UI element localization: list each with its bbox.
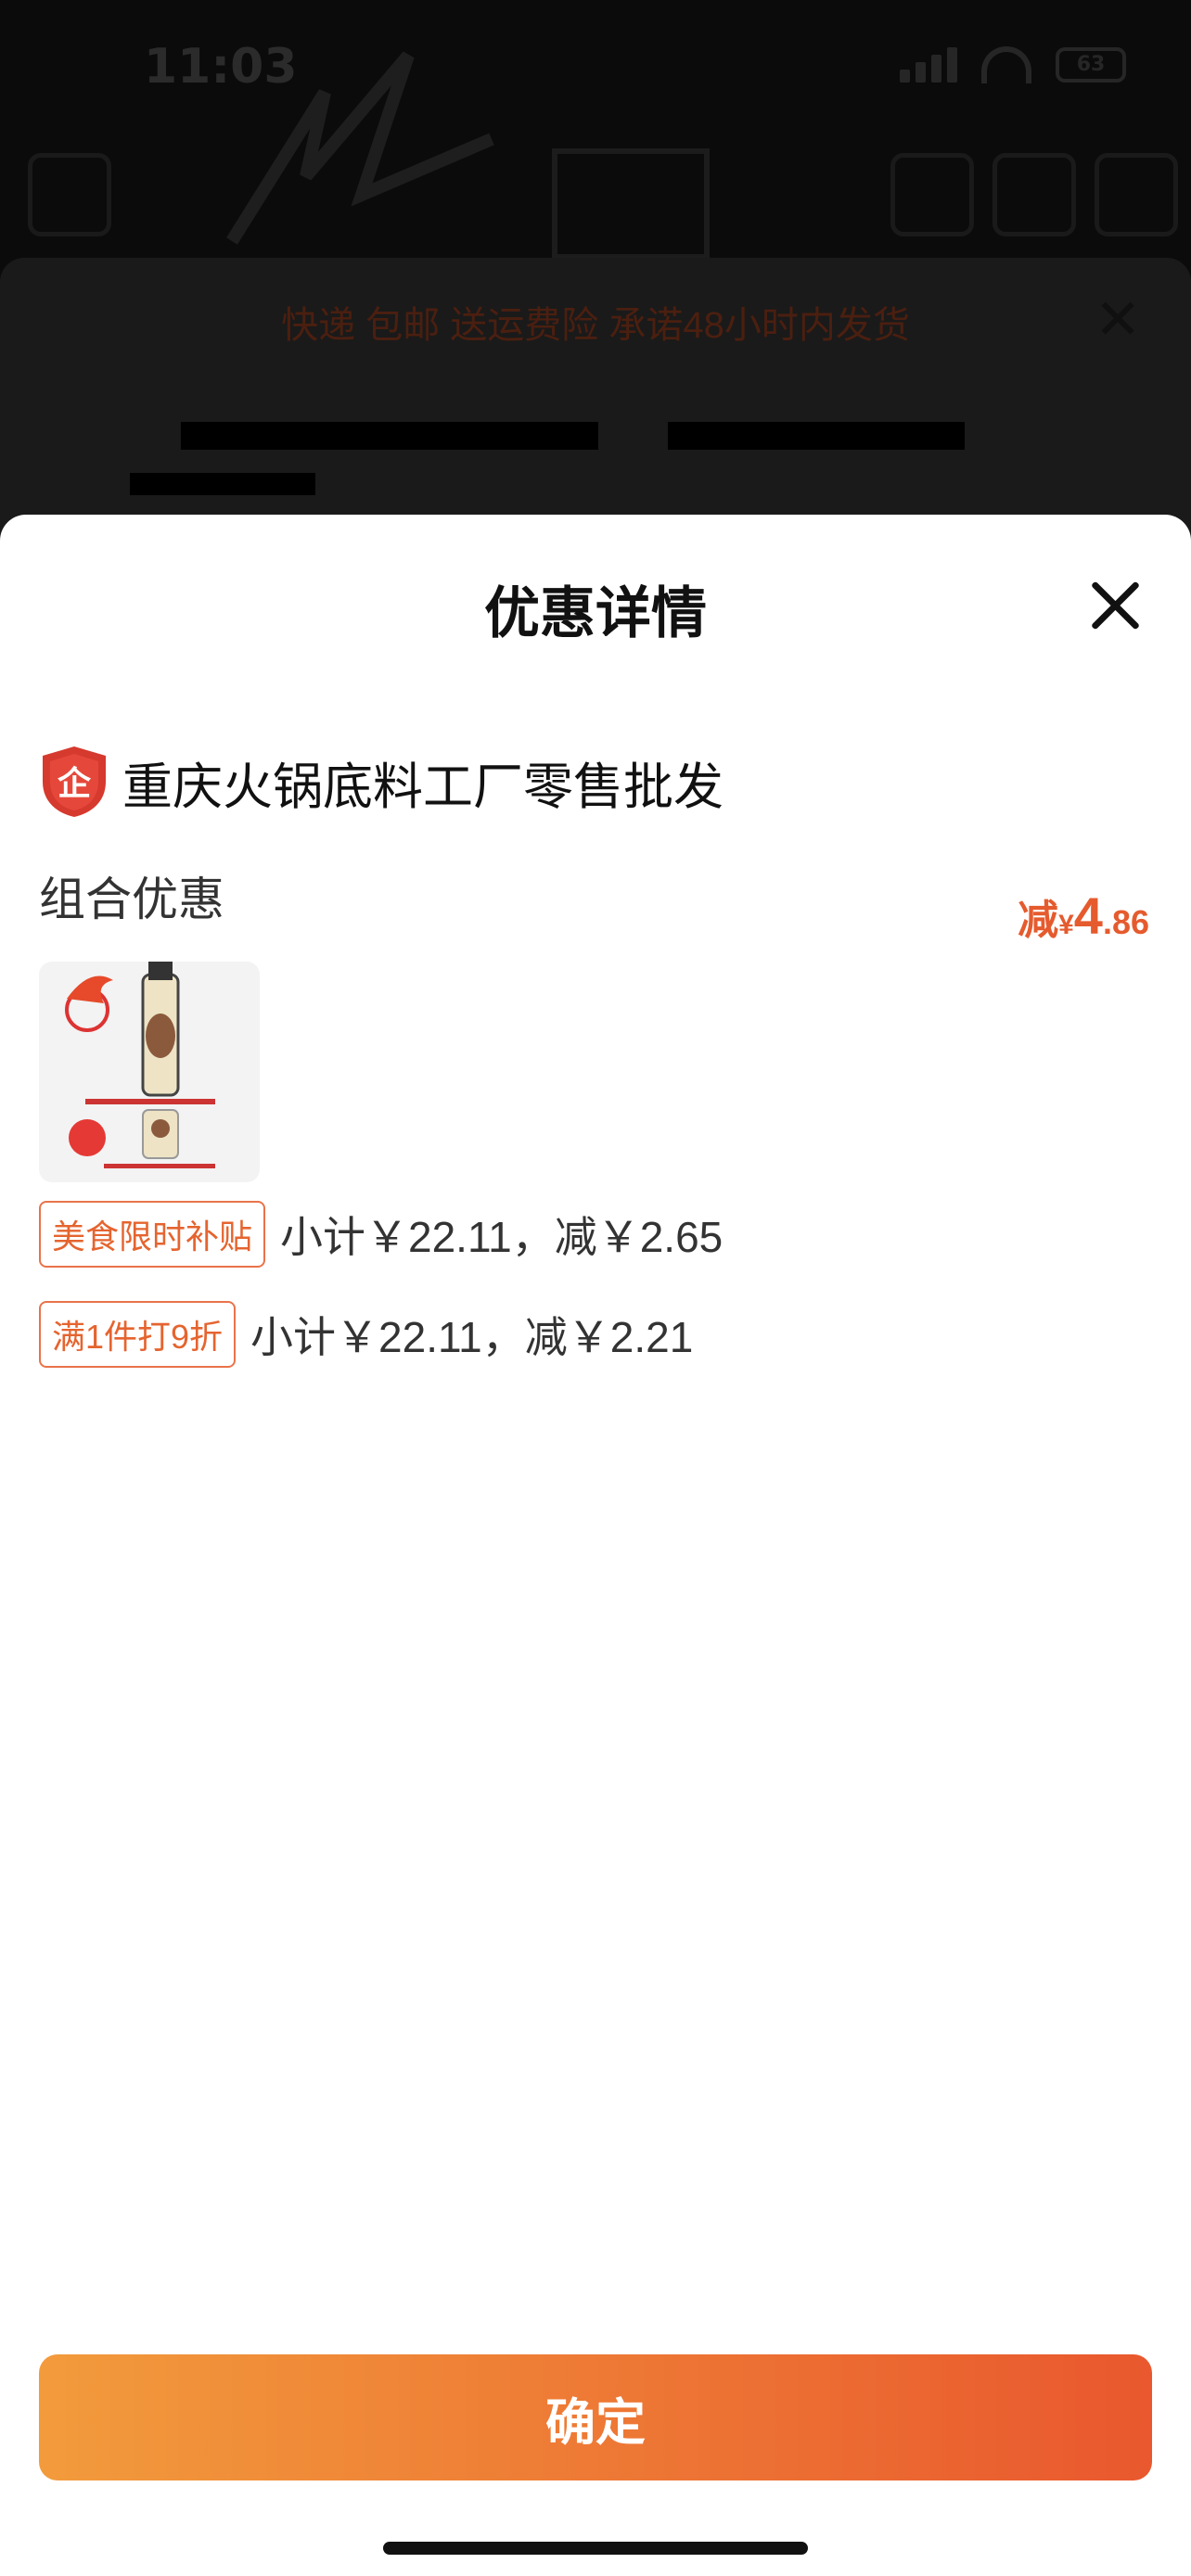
discount-details-sheet: 优惠详情 企 重庆火锅底料工厂零售批发 组合优惠 减 ¥ 4 .86 美食限时补… bbox=[0, 515, 1191, 2576]
share-icon bbox=[890, 153, 974, 236]
promotion-detail: 小计￥22.11，减￥2.65 bbox=[280, 1213, 724, 1261]
combo-discount-label: 组合优惠 bbox=[39, 874, 224, 925]
background-shipping-banner: 快递 包邮 送运费险 承诺48小时内发货 bbox=[281, 305, 910, 346]
product-thumbnail[interactable] bbox=[39, 962, 260, 1182]
home-indicator bbox=[383, 2542, 808, 2555]
more-icon bbox=[1095, 153, 1178, 236]
product-image bbox=[65, 962, 215, 1168]
signal-icon bbox=[900, 47, 957, 83]
promotion-row: 满1件打9折 小计￥22.11，减￥2.21 bbox=[39, 1301, 693, 1368]
background-logo-icon bbox=[226, 51, 494, 245]
confirm-button[interactable]: 确定 bbox=[39, 2354, 1152, 2480]
battery-icon: 63 bbox=[1056, 47, 1126, 83]
discount-integer: 4 bbox=[1073, 886, 1103, 945]
promotion-tag: 美食限时补贴 bbox=[39, 1201, 266, 1268]
background-redacted-row bbox=[51, 408, 1146, 495]
svg-text:企: 企 bbox=[58, 764, 92, 803]
total-discount: 减 ¥ 4 .86 bbox=[1018, 886, 1149, 946]
shop-row: 企 重庆火锅底料工厂零售批发 bbox=[39, 745, 724, 819]
sheet-title: 优惠详情 bbox=[484, 582, 707, 644]
background-close-icon: ✕ bbox=[1095, 287, 1142, 352]
cart-icon bbox=[992, 153, 1076, 236]
discount-prefix: 减 bbox=[1018, 898, 1059, 943]
wifi-icon bbox=[981, 46, 1031, 83]
promotion-tag: 满1件打9折 bbox=[39, 1301, 237, 1368]
discount-currency: ¥ bbox=[1058, 910, 1074, 940]
status-indicators: 63 bbox=[900, 46, 1126, 83]
status-bar: 11:03 63 bbox=[0, 0, 1191, 139]
background-image-frame bbox=[552, 148, 710, 260]
shop-name: 重庆火锅底料工厂零售批发 bbox=[122, 759, 724, 815]
promotion-detail: 小计￥22.11，减￥2.21 bbox=[250, 1313, 694, 1361]
promotion-row: 美食限时补贴 小计￥22.11，减￥2.65 bbox=[39, 1201, 723, 1268]
discount-decimal: .86 bbox=[1102, 903, 1149, 941]
enterprise-shield-icon: 企 bbox=[43, 746, 106, 817]
back-icon bbox=[28, 153, 111, 236]
close-icon[interactable] bbox=[1087, 578, 1143, 633]
